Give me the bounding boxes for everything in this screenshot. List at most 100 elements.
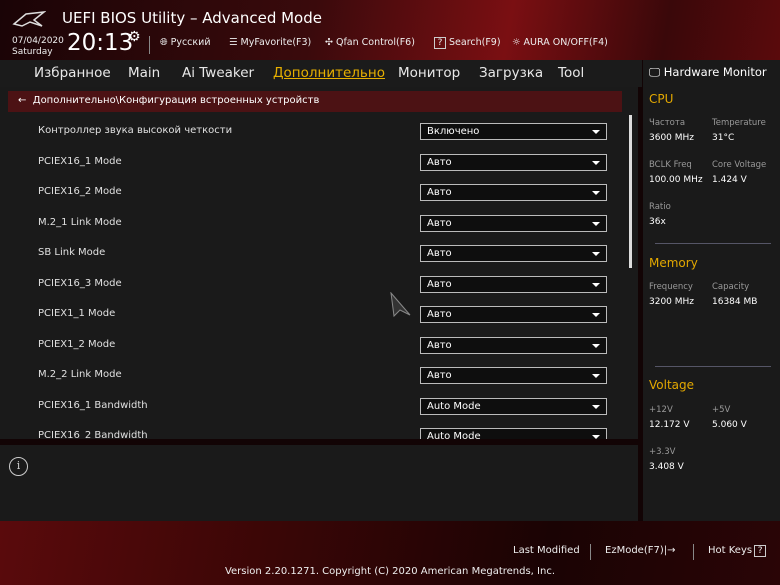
tab-ai-tweaker[interactable]: Ai Tweaker [182,65,254,81]
setting-dropdown[interactable]: Авто [420,184,607,201]
myfavorite-button[interactable]: ☰ MyFavorite(F3) [229,37,311,48]
label: Ratio [649,202,671,212]
setting-row[interactable]: M.2_1 Link Mode Авто [38,214,608,233]
setting-row[interactable]: PCIEX16_1 Mode Авто [38,153,608,172]
setting-dropdown[interactable]: Авто [420,245,607,262]
setting-label: PCIEX16_3 Mode [38,277,122,289]
label: BCLK Freq [649,160,692,170]
setting-dropdown[interactable]: Авто [420,367,607,384]
setting-row[interactable]: PCIEX1_2 Mode Авто [38,336,608,355]
favorite-list-icon: ☰ [229,37,238,48]
setting-row[interactable]: PCIEX16_1 Bandwidth Auto Mode [38,397,608,416]
tool-label: Русский [170,37,211,48]
exit-arrow-icon: → [667,545,676,556]
tab-boot[interactable]: Загрузка [479,65,543,81]
footer: Last Modified EzMode(F7)|→ Hot Keys? Ver… [0,521,780,585]
tab-advanced[interactable]: Дополнительно [273,65,385,81]
tab-monitor[interactable]: Монитор [398,65,460,81]
qfan-button[interactable]: ✣ Qfan Control(F6) [325,37,415,48]
chevron-down-icon [592,343,600,348]
setting-label: PCIEX16_1 Mode [38,155,122,167]
value: 3600 MHz [649,133,695,143]
main-tabs: Избранное Main Ai Tweaker Дополнительно … [0,60,642,87]
tab-main[interactable]: Main [128,65,160,81]
dropdown-value: Авто [427,217,452,229]
divider [149,36,150,54]
tool-label: Search(F9) [449,37,501,48]
back-arrow-icon[interactable]: ← [18,95,33,106]
setting-label: PCIEX1_1 Mode [38,308,116,319]
setting-row[interactable]: Контроллер звука высокой четкости Включе… [38,123,608,141]
setting-label: M.2_2 Link Mode [38,369,122,380]
label: Temperature [712,118,766,128]
fan-icon: ✣ [325,37,333,48]
label: Capacity [712,282,750,292]
setting-label: PCIEX1_2 Mode [38,338,116,350]
last-modified-button[interactable]: Last Modified [513,545,580,556]
chevron-down-icon [592,191,600,195]
setting-dropdown[interactable]: Авто [420,214,607,232]
value: 5.060 V [712,420,747,430]
setting-dropdown[interactable]: Включено [420,123,607,140]
setting-row[interactable]: SB Link Mode Авто [38,245,608,263]
label: Frequency [649,282,693,292]
mouse-cursor-icon [390,292,411,318]
monitor-icon: 🖵︎ [649,65,664,79]
chevron-down-icon [592,313,600,317]
gear-icon[interactable]: ⚙ [128,29,141,45]
value: 12.172 V [649,420,690,430]
value: 36x [649,217,666,227]
setting-dropdown[interactable]: Авто [420,275,607,293]
setting-row[interactable]: PCIEX16_2 Bandwidth Auto Mode [38,428,608,439]
scrollbar[interactable] [629,115,632,268]
setting-dropdown[interactable]: Auto Mode [420,428,607,439]
setting-dropdown[interactable]: Авто [420,153,607,171]
cpu-heading: CPU [649,92,674,106]
chevron-down-icon [592,160,600,165]
header: UEFI BIOS Utility – Advanced Mode 07/04/… [0,0,780,60]
setting-dropdown[interactable]: Авто [420,336,607,354]
setting-label: PCIEX16_2 Bandwidth [38,430,148,439]
aura-button[interactable]: ☼ AURA ON/OFF(F4) [512,37,608,48]
tool-label: AURA ON/OFF(F4) [523,37,608,48]
setting-label: SB Link Mode [38,247,106,258]
value: 1.424 V [712,175,747,185]
label: +12V [649,405,673,415]
setting-label: Контроллер звука высокой четкости [38,125,233,136]
hotkeys-button[interactable]: Hot Keys? [708,545,767,557]
weekday: Saturday [12,47,53,57]
setting-row[interactable]: PCIEX16_2 Mode Авто [38,184,608,202]
search-help-icon: ? [434,37,446,49]
version-text: Version 2.20.1271. Copyright (C) 2020 Am… [224,566,556,577]
dropdown-value: Авто [427,187,452,198]
chevron-down-icon [592,130,600,134]
search-button[interactable]: ? Search(F9) [432,37,501,49]
setting-row[interactable]: PCIEX1_1 Mode Авто [38,306,608,324]
settings-panel: ← Дополнительно\Конфигурация встроенных … [0,87,638,439]
setting-dropdown[interactable]: Авто [420,306,607,323]
dropdown-value: Авто [427,370,452,381]
setting-row[interactable]: PCIEX16_3 Mode Авто [38,275,608,294]
app-title: UEFI BIOS Utility – Advanced Mode [62,9,322,27]
dropdown-value: Авто [427,248,452,259]
chevron-down-icon [592,404,600,409]
chevron-down-icon [592,252,600,256]
ezmode-button[interactable]: EzMode(F7)|→ [605,545,676,556]
setting-label: M.2_1 Link Mode [38,216,122,228]
value: 100.00 MHz [649,175,703,185]
tab-favorites[interactable]: Избранное [34,65,111,81]
chevron-down-icon [592,374,600,378]
dropdown-value: Авто [427,339,452,351]
tab-tool[interactable]: Tool [558,65,584,81]
breadcrumb[interactable]: ← Дополнительно\Конфигурация встроенных … [8,91,622,112]
dropdown-value: Auto Mode [427,431,481,439]
dropdown-value: Auto Mode [427,400,481,412]
rog-logo-icon [12,11,46,27]
hw-title-text: Hardware Monitor [663,65,767,79]
divider [693,544,694,560]
setting-row[interactable]: M.2_2 Link Mode Авто [38,367,608,385]
setting-dropdown[interactable]: Auto Mode [420,397,607,415]
language-button[interactable]: 🌐︎ Русский [160,37,211,48]
date-display: 07/04/2020 Saturday [12,36,64,58]
divider [655,243,771,244]
